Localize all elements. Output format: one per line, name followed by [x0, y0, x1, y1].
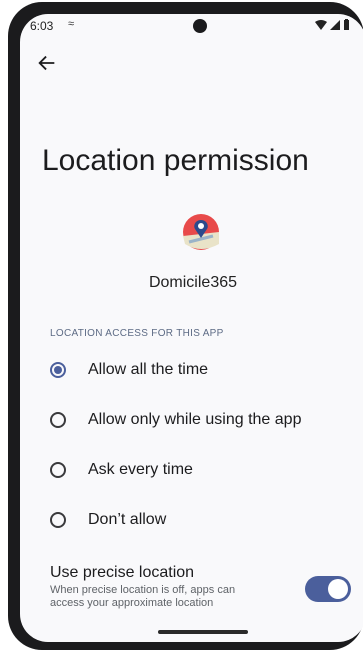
option-label: Allow all the time [88, 361, 209, 378]
radio-button[interactable] [50, 462, 66, 478]
screen: 6:03 ≈ Location permission Domicile365 L… [20, 14, 363, 642]
option-label: Ask every time [88, 461, 193, 478]
radio-button-selected[interactable] [50, 362, 66, 378]
mic-indicator-icon: ≈ [68, 18, 75, 30]
back-arrow-icon[interactable] [36, 52, 58, 74]
precise-location-title: Use precise location [50, 564, 195, 581]
option-allow-all-time[interactable]: Allow all the time [38, 350, 358, 390]
battery-icon [344, 19, 349, 30]
option-label: Don’t allow [88, 511, 167, 528]
phone-bezel: 6:03 ≈ Location permission Domicile365 L… [8, 2, 363, 650]
radio-button[interactable] [50, 412, 66, 428]
wifi-icon [315, 19, 327, 30]
app-name: Domicile365 [148, 274, 238, 291]
home-indicator[interactable] [158, 630, 248, 634]
toggle-knob [328, 579, 348, 599]
option-allow-while-using[interactable]: Allow only while using the app [38, 400, 358, 440]
map-pin-icon [183, 214, 219, 250]
page-title: Location permission [42, 144, 309, 177]
option-dont-allow[interactable]: Don’t allow [38, 500, 358, 540]
option-ask-every-time[interactable]: Ask every time [38, 450, 358, 490]
precise-location-subtitle: When precise location is off, apps can a… [50, 584, 236, 609]
precise-location-setting[interactable]: Use precise location When precise locati… [50, 564, 270, 610]
radio-button[interactable] [50, 512, 66, 528]
signal-icon [330, 19, 340, 30]
status-time: 6:03 [30, 19, 54, 33]
section-header: LOCATION ACCESS FOR THIS APP [50, 328, 224, 339]
status-icons [315, 19, 350, 30]
precise-location-toggle[interactable] [305, 576, 351, 602]
front-camera [193, 19, 207, 33]
option-label: Allow only while using the app [88, 411, 302, 428]
device-frame: 6:03 ≈ Location permission Domicile365 L… [0, 0, 363, 652]
status-bar: 6:03 ≈ [20, 14, 363, 40]
